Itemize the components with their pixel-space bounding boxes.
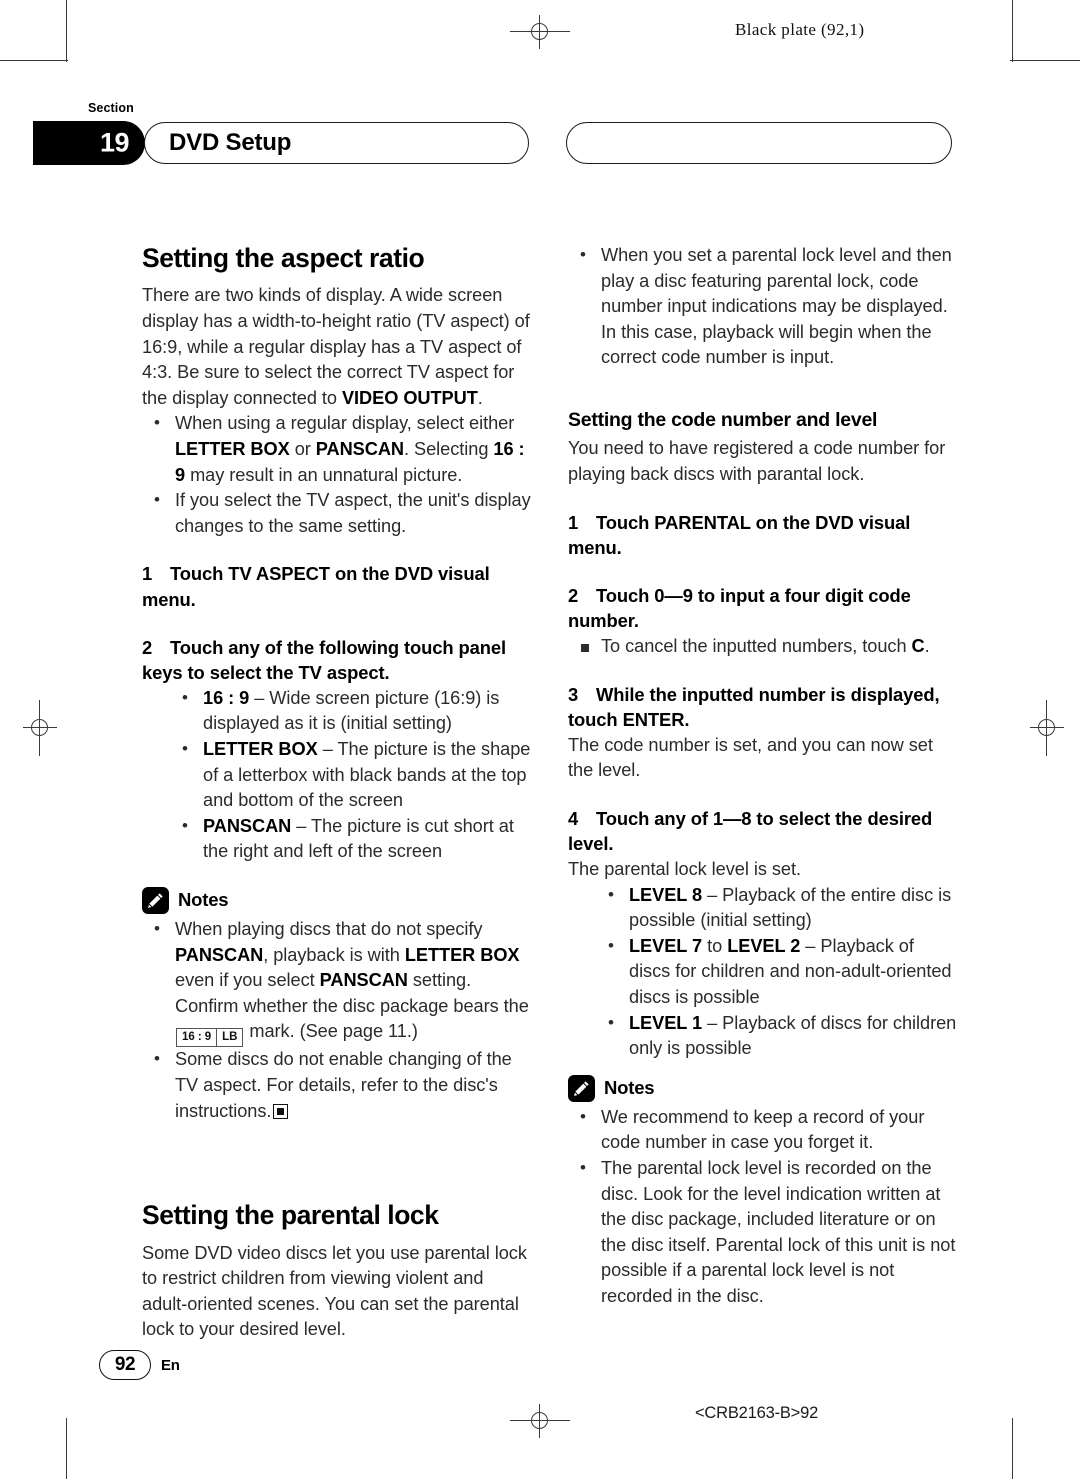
header-tab-right [566,122,952,164]
notes-header-aspect: Notes [142,886,532,914]
crop-rule-right [1010,60,1080,61]
code-step-3-text: While the inputted number is displayed, … [568,683,940,731]
header-tab-left: DVD Setup [144,122,529,164]
code-step-3-body: The code number is set, and you can now … [568,734,933,781]
list-item: When you set a parental lock level and t… [568,242,958,371]
parental-continuation-bullet-list: When you set a parental lock level and t… [568,242,958,371]
manual-page: Black plate (92,1) Section 19 DVD Setup … [0,0,1080,1479]
list-item: LEVEL 1 – Playback of discs for children… [600,1010,958,1062]
code-step-1-text: Touch PARENTAL on the DVD visual menu. [568,511,911,559]
code-step-4-number: 4 [568,807,579,829]
crop-mark-bottom-right [1012,1418,1013,1479]
header-tab-left-title: DVD Setup [169,129,292,156]
page-title-aspect-ratio: Setting the aspect ratio [142,243,425,273]
document-id: <CRB2163-B>92 [695,1404,819,1422]
crop-mark-top-right [1012,0,1013,62]
section-word-label: Section [88,101,134,115]
aspect-options-list: 16 : 9 – Wide screen picture (16:9) is d… [174,685,532,865]
list-item: LETTER BOX – The picture is the shape of… [174,736,532,814]
crop-rule-left [0,60,68,61]
section-number: 19 [99,127,130,158]
code-step-4: 4 Touch any of 1—8 to select the desired … [568,806,958,857]
language-label: En [161,1357,180,1374]
page-number-badge: 92 [99,1350,151,1380]
aspect-step-1: 1 Touch TV ASPECT on the DVD visual menu. [142,561,532,612]
code-step-4-text: Touch any of 1—8 to select the desired l… [568,807,933,855]
parental-notes-list: We recommend to keep a record of your co… [568,1104,958,1310]
registration-mark-right [1030,700,1064,756]
aspect-step-2-text: Touch any of the following touch panel k… [142,636,507,684]
pencil-icon [568,1074,595,1102]
code-step-4-body: The parental lock level is set. [568,859,801,880]
crop-mark-top-left [66,0,67,62]
registration-mark-top [510,15,570,49]
black-plate-label: Black plate (92,1) [735,20,865,39]
parental-intro-paragraph: Some DVD video discs let you use parenta… [142,1242,527,1340]
notes-label-parental: Notes [604,1077,655,1099]
code-step-2: 2 Touch 0—9 to input a four digit code nu… [568,583,958,634]
list-item: To cancel the inputted numbers, touch C. [568,634,958,660]
list-item: 16 : 9 – Wide screen picture (16:9) is d… [174,685,532,737]
code-step-1-number: 1 [568,511,579,533]
list-item: If you select the TV aspect, the unit's … [142,487,532,539]
section-number-badge: 19 [33,121,145,165]
list-item: LEVEL 7 to LEVEL 2 – Playback of discs f… [600,933,958,1011]
list-item: The parental lock level is recorded on t… [568,1155,958,1310]
aspect-step-2: 2 Touch any of the following touch panel … [142,635,532,686]
parental-level-list: LEVEL 8 – Playback of the entire disc is… [600,882,958,1062]
code-step-2-number: 2 [568,584,579,606]
code-number-intro-paragraph: You need to have registered a code numbe… [568,438,946,484]
page-title-parental-lock: Setting the parental lock [142,1200,439,1231]
code-step-3-number: 3 [568,683,579,705]
aspect-step-1-number: 1 [142,563,153,585]
notes-label-aspect: Notes [178,889,229,911]
registration-mark-bottom [510,1404,570,1438]
list-item: We recommend to keep a record of your co… [568,1104,958,1156]
aspect-intro-bullet-list: When using a regular display, select eit… [142,410,532,539]
list-item: When using a regular display, select eit… [142,410,532,488]
aspect-step-1-text: Touch TV ASPECT on the DVD visual menu. [142,563,490,610]
aspect-step-2-number: 2 [142,636,153,658]
pencil-icon [142,886,169,914]
subheading-code-number-and-level: Setting the code number and level [568,408,878,431]
list-item: When playing discs that do not specify P… [142,916,532,1048]
aspect-notes-list: When playing discs that do not specify P… [142,916,532,1124]
code-step-2-text: Touch 0—9 to input a four digit code num… [568,584,911,632]
notes-header-parental: Notes [568,1074,958,1102]
right-column: When you set a parental lock level and t… [568,242,958,1310]
registration-mark-left [23,700,57,756]
left-column: Setting the aspect ratio There are two k… [142,243,532,1343]
list-item: PANSCAN – The picture is cut short at th… [174,813,532,865]
aspect-intro-paragraph: There are two kinds of display. A wide s… [142,285,530,408]
code-step-2-subnote-list: To cancel the inputted numbers, touch C. [568,634,958,660]
list-item: LEVEL 8 – Playback of the entire disc is… [600,882,958,934]
crop-mark-bottom-left [66,1418,67,1479]
list-item: Some discs do not enable changing of the… [142,1046,532,1124]
code-step-1: 1 Touch PARENTAL on the DVD visual menu. [568,510,958,561]
code-step-3: 3 While the inputted number is displayed,… [568,682,958,733]
